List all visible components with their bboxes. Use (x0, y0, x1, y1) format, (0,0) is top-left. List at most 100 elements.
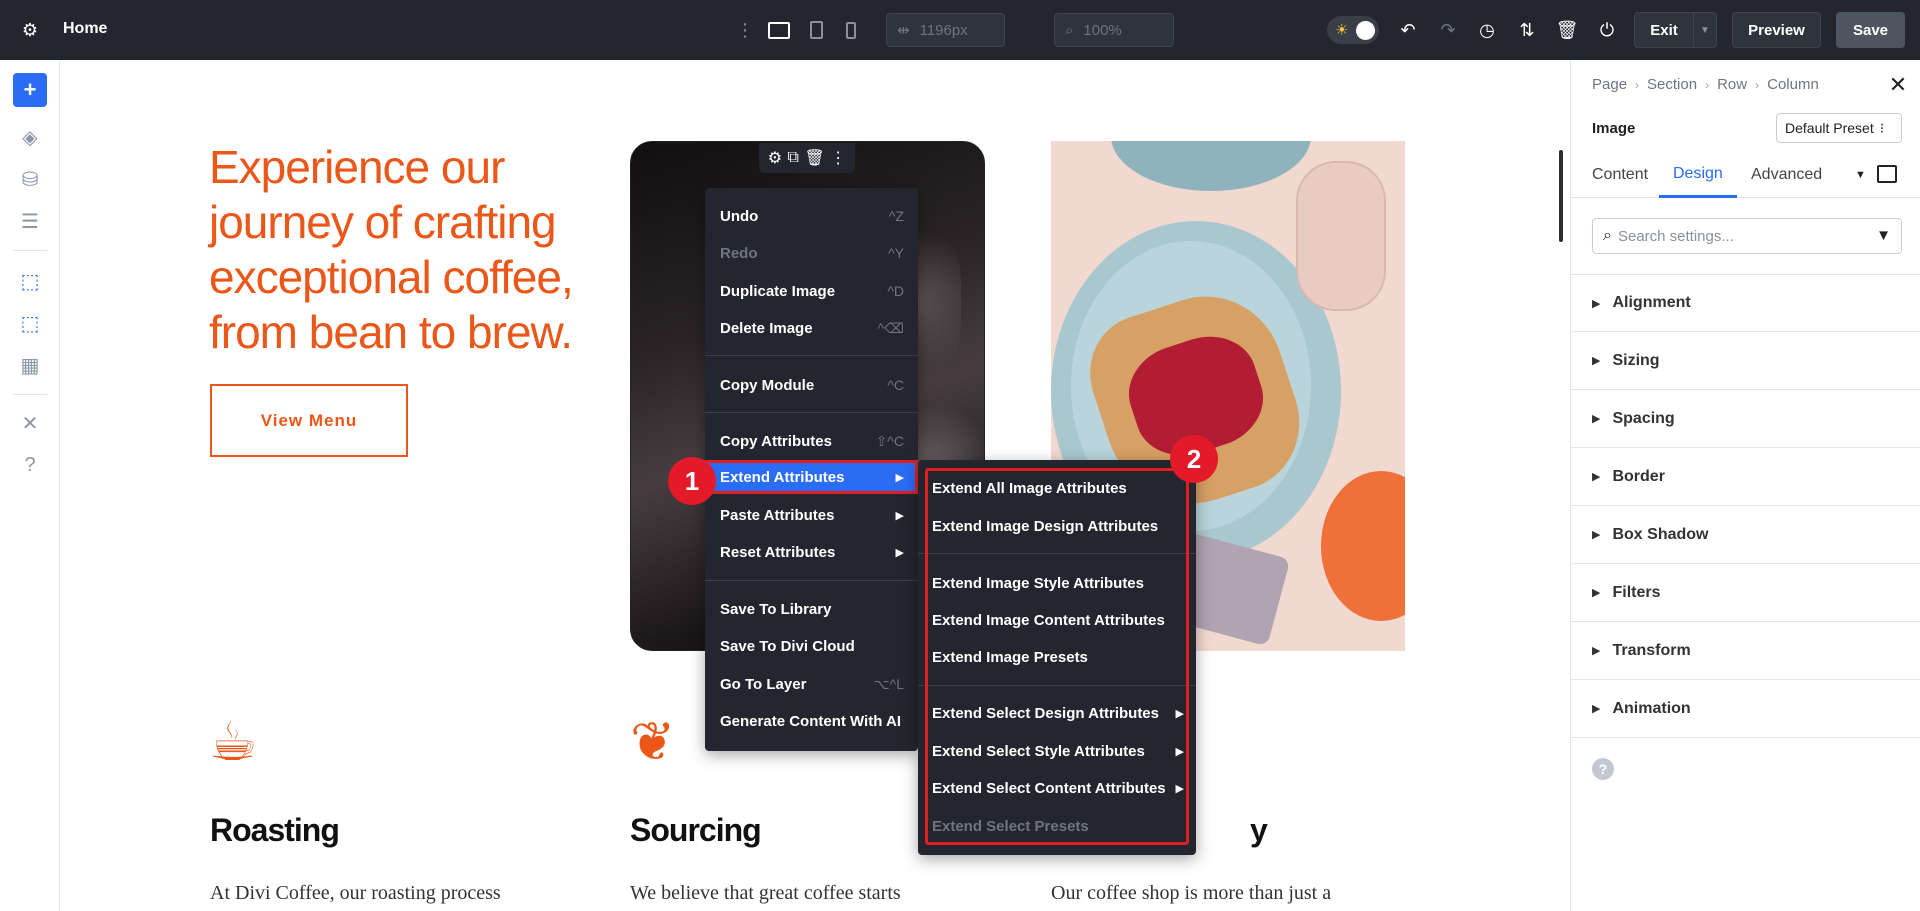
view-menu-button[interactable]: View Menu (210, 384, 408, 457)
submenu-arrow-icon: ▶ (1176, 707, 1184, 720)
feature-text: We believe that great coffee starts (630, 882, 901, 905)
tools-icon[interactable]: ✕ (13, 406, 47, 440)
search-input[interactable] (1618, 228, 1868, 245)
caret-right-icon: ▶ (1592, 644, 1600, 657)
extend-attributes-submenu: Extend All Image Attributes Extend Image… (918, 460, 1196, 855)
menu-item-save-to-library[interactable]: Save To Library (705, 592, 918, 626)
menu-item-duplicate-image[interactable]: Duplicate Image^D (705, 274, 918, 308)
submenu-arrow-icon: ▶ (1176, 745, 1184, 758)
group-border[interactable]: ▶Border (1571, 448, 1920, 506)
submenu-arrow-icon: ▶ (896, 471, 904, 484)
menu-item-copy-attributes[interactable]: Copy Attributes⇧^C (705, 424, 918, 458)
preset-label: Default Preset (1785, 120, 1874, 136)
context-menu: Undo^Z Redo^Y Duplicate Image^D Delete I… (705, 188, 918, 751)
feature-title: Sourcing (630, 812, 761, 849)
settings-panel: Page › Section › Row › Column ✕ Image De… (1570, 60, 1920, 911)
save-button[interactable]: Save (1836, 12, 1905, 48)
submenu-item[interactable]: Extend Image Design Attributes (918, 509, 1196, 543)
submenu-item[interactable]: Extend Select Presets (918, 809, 1196, 843)
menu-item-reset-attributes[interactable]: Reset Attributes▶ (705, 535, 918, 569)
breadcrumb-column[interactable]: Column (1767, 76, 1819, 93)
settings-search: ⌕ ▼ (1592, 218, 1902, 254)
power-icon[interactable]: ⏻ (1595, 18, 1619, 42)
help-circle-icon[interactable]: ? (1592, 758, 1614, 780)
top-toolbar: ⚙ Home ⋮ ⇹ 1196px ⌕ 100% ☀ ↶ ↷ ◷ ⇅ 🗑 ⏻ E… (0, 0, 1920, 60)
zoom-field[interactable]: ⌕ 100% (1054, 13, 1174, 47)
menu-item-copy-module[interactable]: Copy Module^C (705, 368, 918, 402)
canvas-width-field[interactable]: ⇹ 1196px (886, 13, 1005, 47)
breadcrumb: Page › Section › Row › Column (1592, 76, 1819, 93)
breadcrumb-page[interactable]: Page (1592, 76, 1627, 93)
view-mode-icon[interactable] (1877, 165, 1897, 183)
tab-design[interactable]: Design (1659, 152, 1737, 198)
canvas-scrollbar[interactable] (1559, 150, 1563, 242)
submenu-item[interactable]: Extend Select Content Attributes▶ (918, 771, 1196, 805)
module-more-icon[interactable]: ⋮ (830, 148, 846, 168)
step-badge: 2 (1170, 435, 1218, 483)
submenu-item[interactable]: Extend Image Style Attributes (918, 566, 1196, 600)
close-icon[interactable]: ✕ (1886, 73, 1910, 97)
database-icon[interactable]: ⛁ (13, 162, 47, 196)
caret-right-icon: ▶ (1592, 528, 1600, 541)
breadcrumb-row[interactable]: Row (1717, 76, 1747, 93)
theme-toggle[interactable]: ☀ (1327, 16, 1379, 44)
feature-text: At Divi Coffee, our roasting process (210, 882, 501, 905)
menu-item-paste-attributes[interactable]: Paste Attributes▶ (705, 498, 918, 532)
preset-icon: ⁝ (1880, 120, 1884, 137)
menu-item-generate-ai[interactable]: Generate Content With AI (705, 704, 918, 738)
tab-content[interactable]: Content (1592, 152, 1648, 198)
menu-item-undo[interactable]: Undo^Z (705, 199, 918, 233)
desktop-view-icon[interactable] (768, 19, 790, 41)
redo-icon[interactable]: ↷ (1436, 18, 1460, 42)
exit-dropdown-icon[interactable]: ▼ (1693, 12, 1717, 48)
filter-icon[interactable]: ▼ (1876, 227, 1891, 244)
menu-item-delete-image[interactable]: Delete Image^⌫ (705, 311, 918, 345)
submenu-item[interactable]: Extend Select Design Attributes▶ (918, 696, 1196, 730)
group-sizing[interactable]: ▶Sizing (1571, 332, 1920, 390)
module-toolbar: ⚙ ⧉ 🗑 ⋮ (759, 143, 855, 173)
menu-item-save-to-divi-cloud[interactable]: Save To Divi Cloud (705, 629, 918, 663)
layers-icon[interactable]: ◈ (13, 120, 47, 154)
submenu-item[interactable]: Extend All Image Attributes (918, 471, 1196, 505)
exit-button[interactable]: Exit (1634, 12, 1694, 48)
submenu-arrow-icon: ▶ (1176, 782, 1184, 795)
group-animation[interactable]: ▶Animation (1571, 680, 1920, 738)
list-icon[interactable]: ☰ (13, 204, 47, 238)
gear-icon[interactable]: ⚙ (18, 18, 42, 42)
select-cursor-icon[interactable]: ⬚ (13, 264, 47, 298)
portability-icon[interactable]: ⇅ (1515, 18, 1539, 42)
drag-handle-icon[interactable]: ⋮ (737, 18, 753, 42)
help-icon[interactable]: ? (13, 448, 47, 482)
preview-button[interactable]: Preview (1732, 12, 1821, 48)
submenu-item[interactable]: Extend Select Style Attributes▶ (918, 734, 1196, 768)
add-module-icon[interactable]: + (13, 73, 47, 107)
undo-icon[interactable]: ↶ (1396, 18, 1420, 42)
group-alignment[interactable]: ▶Alignment (1571, 274, 1920, 332)
group-spacing[interactable]: ▶Spacing (1571, 390, 1920, 448)
tab-advanced[interactable]: Advanced (1751, 152, 1822, 198)
trash-icon[interactable]: 🗑 (1555, 18, 1579, 42)
group-filters[interactable]: ▶Filters (1571, 564, 1920, 622)
chevron-down-icon[interactable]: ▼ (1855, 152, 1866, 198)
module-title: Image (1592, 120, 1635, 137)
feature-title: y (1250, 812, 1267, 849)
multi-select-icon[interactable]: ⬚ (13, 306, 47, 340)
submenu-item[interactable]: Extend Image Content Attributes (918, 603, 1196, 637)
tablet-view-icon[interactable] (805, 19, 827, 41)
module-delete-icon[interactable]: 🗑 (804, 148, 824, 168)
module-duplicate-icon[interactable]: ⧉ (788, 149, 799, 167)
group-box-shadow[interactable]: ▶Box Shadow (1571, 506, 1920, 564)
menu-item-extend-attributes[interactable]: Extend Attributes▶ (705, 460, 918, 494)
breadcrumb-section[interactable]: Section (1647, 76, 1697, 93)
feature-text: Our coffee shop is more than just a (1051, 882, 1331, 905)
menu-item-go-to-layer[interactable]: Go To Layer⌥^L (705, 667, 918, 701)
layout-settings-icon[interactable]: ▦ (13, 348, 47, 382)
submenu-item[interactable]: Extend Image Presets (918, 640, 1196, 674)
preset-select[interactable]: Default Preset ⁝ (1776, 113, 1902, 143)
module-settings-icon[interactable]: ⚙ (768, 148, 782, 168)
coffee-cup-icon: ☕ (209, 710, 257, 773)
history-icon[interactable]: ◷ (1475, 18, 1499, 42)
menu-item-redo[interactable]: Redo^Y (705, 236, 918, 270)
phone-view-icon[interactable] (840, 19, 862, 41)
group-transform[interactable]: ▶Transform (1571, 622, 1920, 680)
